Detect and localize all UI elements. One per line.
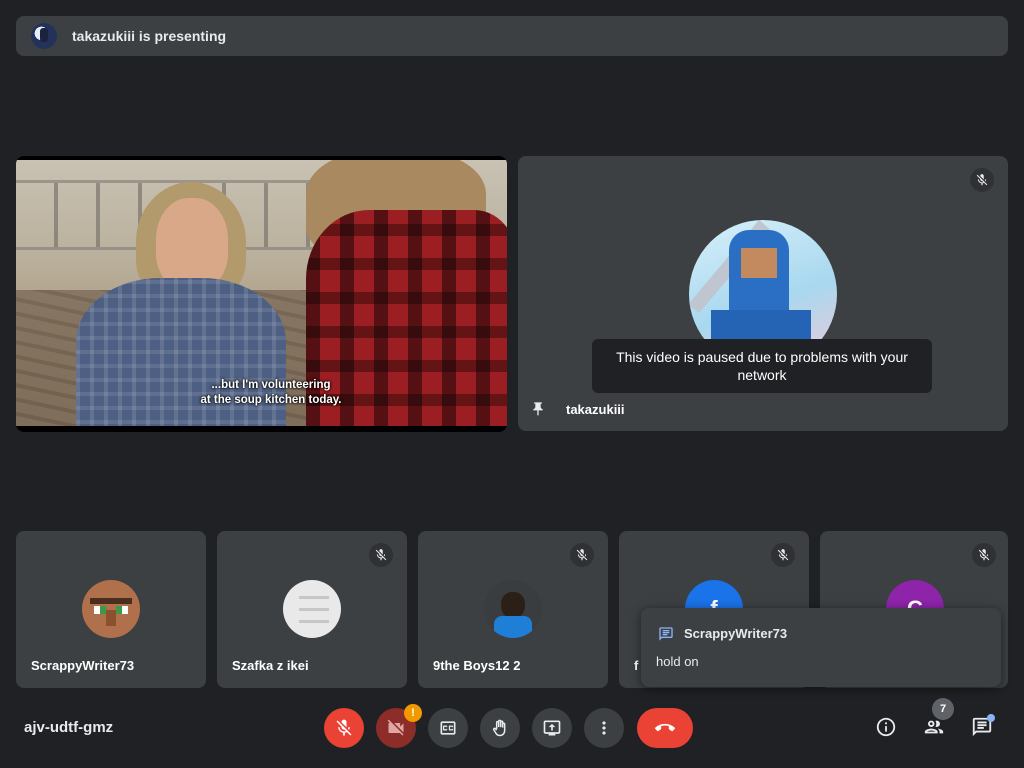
meeting-code: ajv-udtf-gmz [24, 719, 114, 736]
participant-avatar [82, 580, 140, 638]
participant-name: f [634, 658, 639, 673]
microphone-toggle-button[interactable] [324, 708, 364, 748]
toast-sender: ScrappyWriter73 [684, 626, 788, 641]
captions-button[interactable] [428, 708, 468, 748]
more-options-icon [602, 721, 606, 735]
mic-off-icon [570, 543, 594, 567]
control-bar: ajv-udtf-gmz ! [0, 700, 1024, 768]
participant-tile[interactable]: Szafka z ikei [217, 531, 407, 688]
participant-tile[interactable]: 9the Boys12 2 [418, 531, 608, 688]
pin-icon[interactable] [530, 400, 546, 418]
video-paused-notice: This video is paused due to problems wit… [592, 339, 932, 393]
chat-unread-dot [987, 714, 995, 722]
video-subtitle: ...but I'm volunteering at the soup kitc… [200, 379, 342, 406]
shared-screen-video: ...but I'm volunteering at the soup kitc… [16, 160, 507, 426]
toast-message: hold on [656, 654, 699, 669]
captions-icon [440, 721, 456, 735]
participant-name: 9the Boys12 2 [433, 658, 521, 673]
camera-off-icon [387, 719, 404, 736]
info-icon [876, 717, 896, 737]
presenting-banner: takazukiii is presenting [16, 16, 1008, 56]
participant-name: takazukiii [566, 402, 625, 417]
presenter-avatar [31, 23, 57, 49]
leave-call-button[interactable] [637, 708, 693, 748]
participant-tile[interactable]: ScrappyWriter73 [16, 531, 206, 688]
mic-off-icon [771, 543, 795, 567]
raise-hand-button[interactable] [480, 708, 520, 748]
participant-avatar [484, 580, 542, 638]
camera-warning-badge: ! [404, 704, 422, 722]
mic-off-icon [336, 719, 352, 736]
meeting-details-button[interactable] [873, 714, 899, 740]
people-count-badge: 7 [932, 698, 954, 720]
presentation-tile[interactable]: ...but I'm volunteering at the soup kitc… [16, 156, 507, 432]
more-options-button[interactable] [584, 708, 624, 748]
chat-message-toast[interactable]: ScrappyWriter73 hold on [641, 608, 1001, 687]
mic-off-icon [369, 543, 393, 567]
mic-off-icon [972, 543, 996, 567]
hang-up-icon [655, 723, 675, 732]
present-screen-icon [543, 720, 561, 736]
participant-name: ScrappyWriter73 [31, 658, 135, 673]
raise-hand-icon [492, 719, 506, 737]
participant-avatar [283, 580, 341, 638]
message-icon [659, 627, 673, 641]
presenting-text: takazukiii is presenting [72, 28, 227, 44]
participant-name: Szafka z ikei [232, 658, 309, 673]
present-screen-button[interactable] [532, 708, 572, 748]
camera-toggle-button[interactable]: ! [376, 704, 422, 748]
participant-tile-main[interactable]: This video is paused due to problems wit… [518, 156, 1008, 431]
mic-off-icon [970, 168, 994, 192]
